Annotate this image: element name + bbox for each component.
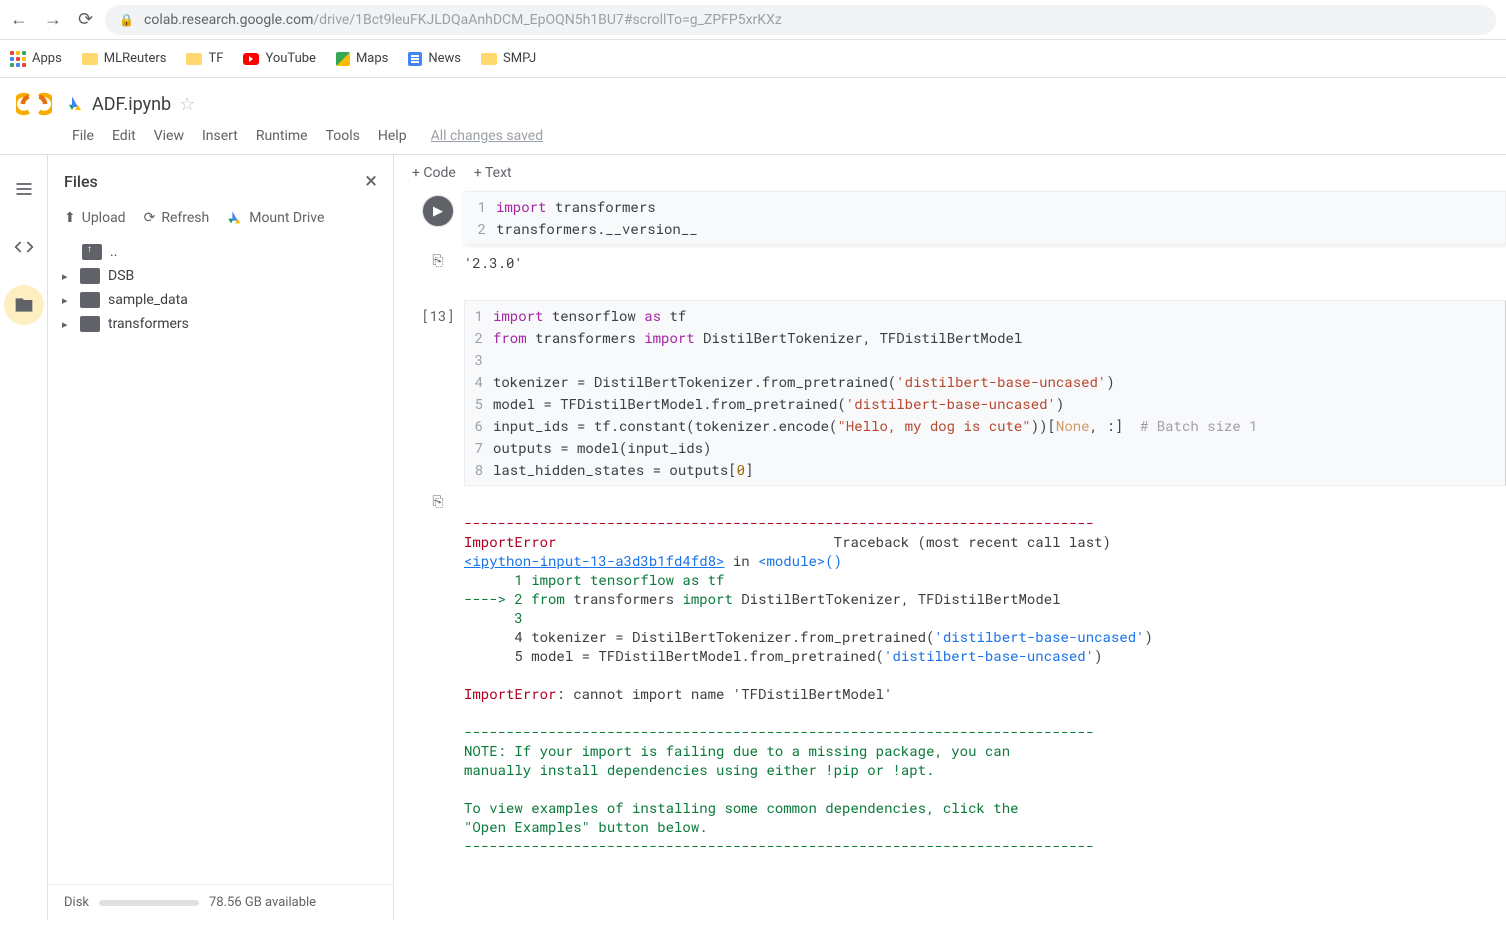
file-tree: .. ▸DSB ▸sample_data ▸transformers bbox=[48, 238, 393, 884]
disk-label: Disk bbox=[64, 895, 89, 910]
drive-icon bbox=[66, 95, 84, 113]
star-icon[interactable]: ☆ bbox=[179, 94, 195, 115]
bookmark-youtube[interactable]: YouTube bbox=[243, 51, 316, 66]
menu-view[interactable]: View bbox=[154, 128, 184, 144]
bookmarks-bar: Apps MLReuters TF YouTube Maps News SMPJ bbox=[0, 40, 1506, 78]
output-icon[interactable]: ⎘ bbox=[432, 253, 443, 269]
folder-up-icon bbox=[82, 244, 102, 260]
add-text-button[interactable]: + Text bbox=[474, 165, 512, 181]
tree-folder-dsb[interactable]: ▸DSB bbox=[56, 264, 385, 288]
bookmark-smpj[interactable]: SMPJ bbox=[481, 51, 536, 66]
disk-available: 78.56 GB available bbox=[209, 895, 316, 910]
toc-button[interactable] bbox=[4, 169, 44, 209]
menu-file[interactable]: File bbox=[72, 128, 94, 144]
youtube-icon bbox=[243, 53, 259, 65]
output-icon[interactable]: ⎘ bbox=[432, 494, 443, 510]
code-snippets-button[interactable] bbox=[4, 227, 44, 267]
refresh-button[interactable]: ⟳Refresh bbox=[144, 210, 210, 226]
reload-button[interactable]: ⟳ bbox=[78, 9, 93, 30]
exec-count: [13] bbox=[421, 304, 455, 325]
menu-bar: File Edit View Insert Runtime Tools Help… bbox=[0, 122, 1506, 155]
folder-icon bbox=[80, 268, 100, 284]
run-button[interactable]: ▶ bbox=[422, 195, 454, 227]
code-cell[interactable]: ▶ 1import transformers 2transformers.__v… bbox=[394, 191, 1506, 245]
upload-icon: ⬆ bbox=[64, 210, 76, 226]
drive-icon bbox=[227, 210, 243, 226]
bookmark-news[interactable]: News bbox=[408, 51, 461, 66]
apps-label: Apps bbox=[32, 51, 62, 66]
tree-folder-transformers[interactable]: ▸transformers bbox=[56, 312, 385, 336]
traceback-link[interactable]: <ipython-input-13-a3d3b1fd4fd8> bbox=[464, 551, 724, 570]
news-icon bbox=[408, 52, 422, 66]
output-text: '2.3.0' bbox=[464, 245, 523, 288]
disk-usage: Disk 78.56 GB available bbox=[48, 884, 393, 920]
left-rail bbox=[0, 155, 48, 920]
folder-icon bbox=[186, 53, 202, 65]
notebook-area[interactable]: + Code + Text ▶ 1import transformers 2tr… bbox=[394, 155, 1506, 920]
tree-folder-sample-data[interactable]: ▸sample_data bbox=[56, 288, 385, 312]
browser-toolbar: ← → ⟳ 🔒 colab.research.google.com/drive/… bbox=[0, 0, 1506, 40]
folder-icon bbox=[481, 53, 497, 65]
folder-icon bbox=[82, 53, 98, 65]
files-title: Files bbox=[64, 172, 98, 191]
maps-icon bbox=[336, 52, 350, 66]
save-status: All changes saved bbox=[431, 128, 544, 144]
refresh-icon: ⟳ bbox=[144, 210, 156, 226]
folder-icon bbox=[80, 316, 100, 332]
menu-edit[interactable]: Edit bbox=[112, 128, 136, 144]
notebook-title[interactable]: ADF.ipynb bbox=[92, 94, 171, 115]
apps-button[interactable]: Apps bbox=[10, 51, 62, 67]
address-bar[interactable]: 🔒 colab.research.google.com/drive/1Bct9l… bbox=[105, 5, 1496, 35]
tree-parent-dir[interactable]: .. bbox=[56, 240, 385, 264]
bookmark-tf[interactable]: TF bbox=[186, 51, 223, 66]
back-button[interactable]: ← bbox=[10, 9, 28, 30]
menu-insert[interactable]: Insert bbox=[202, 128, 238, 144]
url-host: colab.research.google.com bbox=[144, 12, 313, 28]
upload-button[interactable]: ⬆Upload bbox=[64, 210, 126, 226]
forward-button[interactable]: → bbox=[44, 9, 62, 30]
files-button[interactable] bbox=[4, 285, 44, 325]
code-editor[interactable]: 1import transformers 2transformers.__ver… bbox=[464, 191, 1506, 245]
bookmark-maps[interactable]: Maps bbox=[336, 51, 388, 66]
files-panel: Files × ⬆Upload ⟳Refresh Mount Drive .. … bbox=[48, 155, 394, 920]
folder-icon bbox=[80, 292, 100, 308]
bookmark-mlreuters[interactable]: MLReuters bbox=[82, 51, 167, 66]
lock-icon: 🔒 bbox=[119, 13, 134, 27]
caret-icon: ▸ bbox=[62, 294, 74, 307]
close-icon[interactable]: × bbox=[365, 169, 377, 194]
mount-drive-button[interactable]: Mount Drive bbox=[227, 210, 324, 226]
menu-tools[interactable]: Tools bbox=[326, 128, 360, 144]
caret-icon: ▸ bbox=[62, 270, 74, 283]
colab-logo[interactable] bbox=[16, 86, 52, 122]
add-code-button[interactable]: + Code bbox=[412, 165, 456, 181]
menu-runtime[interactable]: Runtime bbox=[256, 128, 308, 144]
menu-help[interactable]: Help bbox=[378, 128, 407, 144]
code-cell[interactable]: [13] 1import tensorflow as tf 2from tran… bbox=[394, 300, 1506, 486]
url-path: /drive/1Bct9leuFKJLDQaAnhDCM_EpOQN5h1BU7… bbox=[313, 12, 781, 28]
cell-output: ⎘ '2.3.0' bbox=[394, 245, 1506, 288]
disk-track bbox=[99, 900, 199, 906]
colab-header: ADF.ipynb ☆ bbox=[0, 78, 1506, 122]
caret-icon: ▸ bbox=[62, 318, 74, 331]
apps-icon bbox=[10, 51, 26, 67]
code-editor[interactable]: 1import tensorflow as tf 2from transform… bbox=[464, 300, 1506, 486]
cell-error-output: ⎘ --------------------------------------… bbox=[394, 486, 1506, 890]
